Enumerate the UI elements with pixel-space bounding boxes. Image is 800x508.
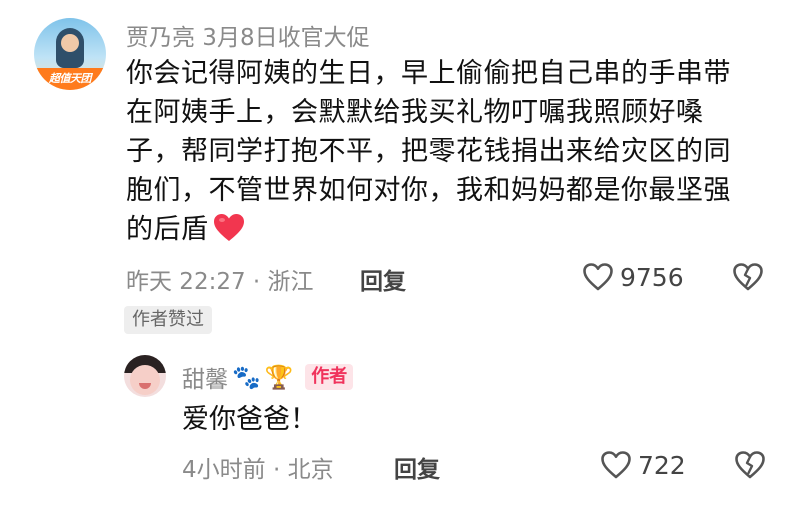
reply-text: 爱你爸爸！ — [182, 404, 317, 435]
paw-prints-icon: 🐾 — [232, 364, 261, 391]
comment-time-location: 昨天 22:27 · 浙江 — [126, 269, 314, 295]
avatar-face — [61, 34, 79, 52]
reply-button[interactable]: 回复 — [394, 450, 440, 484]
reply-button[interactable]: 回复 — [360, 262, 406, 296]
reply-like-count: 722 — [638, 450, 686, 480]
author-avatar[interactable]: 超值天团 — [34, 18, 106, 90]
like-count: 9756 — [620, 262, 684, 292]
reply-author-avatar[interactable] — [124, 355, 166, 397]
reply-author-name[interactable]: 甜馨 — [182, 360, 228, 394]
avatar-face — [130, 365, 160, 395]
like-button[interactable]: 9756 — [582, 262, 684, 292]
avatar-badge-text: 超值天团 — [49, 72, 92, 85]
red-heart-icon — [213, 214, 244, 241]
author-tag: 作者 — [305, 364, 354, 390]
author-liked-badge: 作者赞过 — [124, 306, 212, 334]
reply-time-location: 4小时前 · 北京 — [182, 457, 334, 483]
broken-heart-icon — [735, 451, 765, 479]
comment-author-line[interactable]: 贾乃亮 3月8日收官大促 — [126, 18, 370, 52]
trophy-icon: 🏆 — [264, 364, 294, 391]
heart-outline-icon — [601, 451, 631, 479]
heart-outline-icon — [583, 263, 613, 291]
dislike-button[interactable] — [732, 262, 764, 298]
reply-like-button[interactable]: 722 — [600, 450, 686, 480]
reply-dislike-button[interactable] — [734, 450, 766, 486]
comment-text: 你会记得阿姨的生日，早上偷偷把自己串的手串带在阿姨手上，会默默给我买礼物叮嘱我照… — [126, 54, 756, 249]
broken-heart-icon — [733, 263, 763, 291]
reply-author-line: 甜馨 🐾 🏆 作者 — [182, 360, 354, 394]
